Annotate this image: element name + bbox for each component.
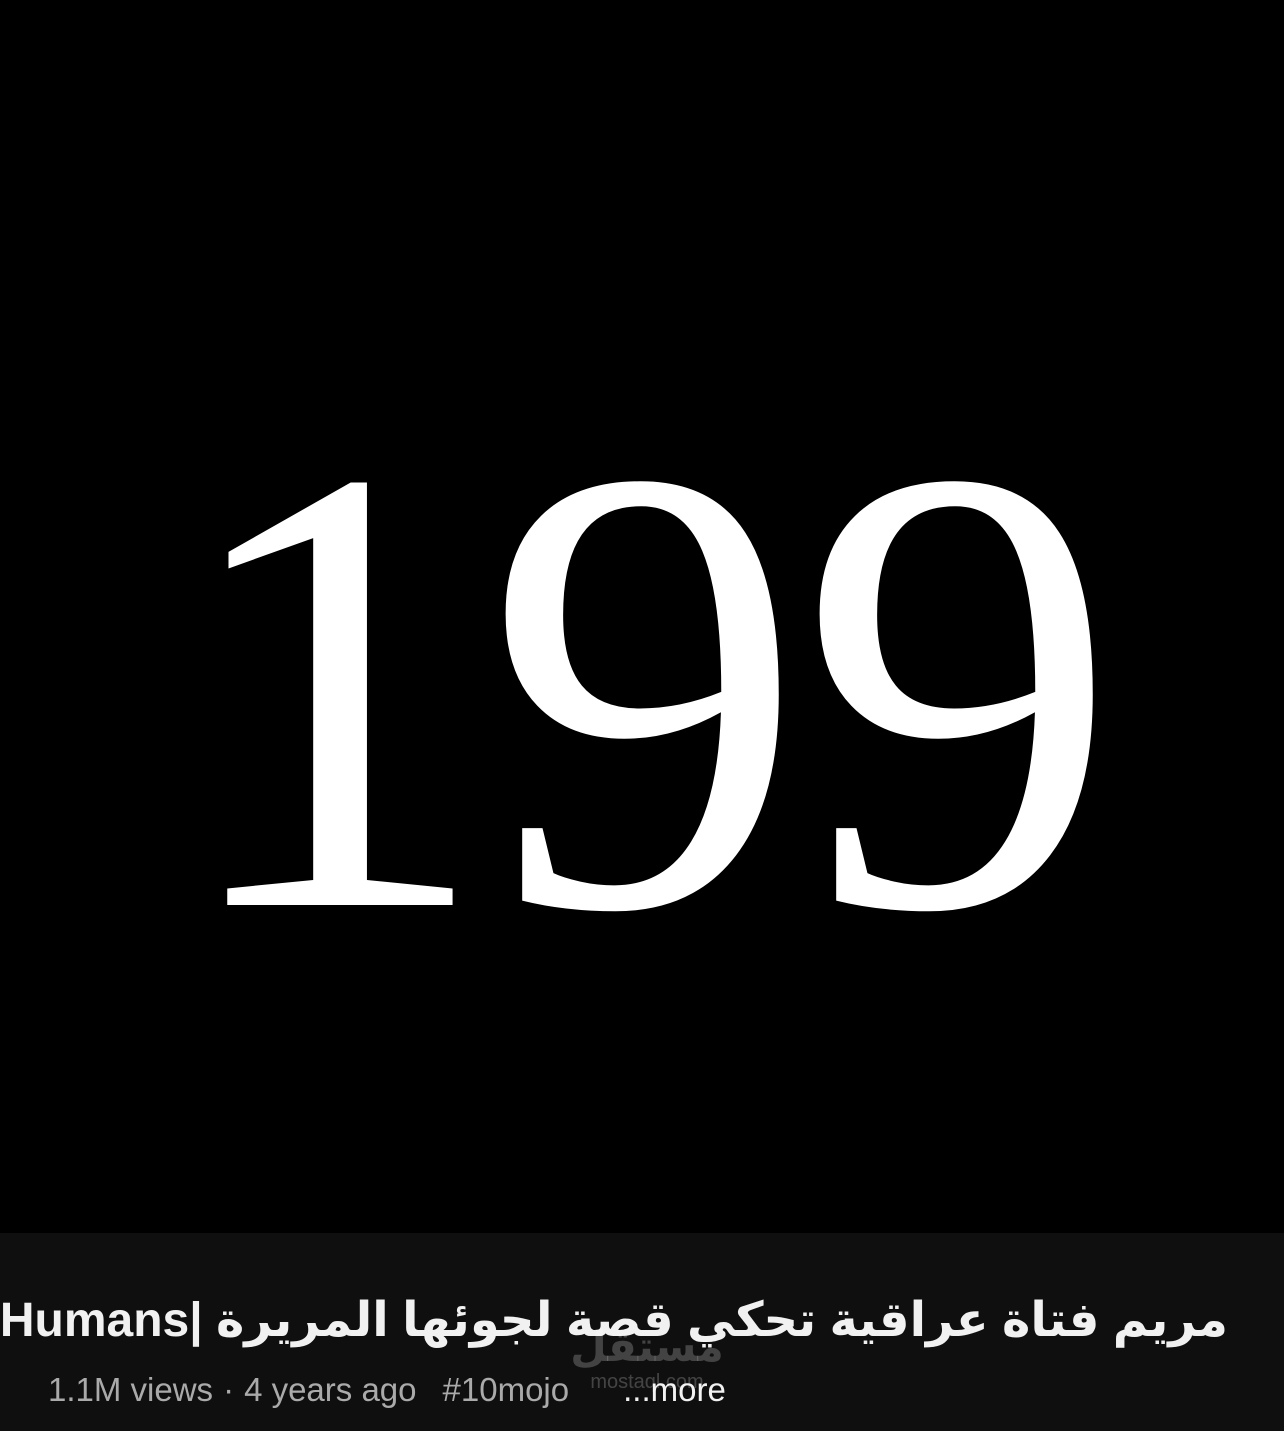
hashtag-link[interactable]: #10mojo [443,1368,570,1412]
upload-age: 4 years ago [244,1371,417,1408]
video-info-panel[interactable]: مريم فتاة عراقية تحكي قصة لجوئها المريرة… [0,1233,1284,1431]
video-frame-number: 199 [171,336,1119,1044]
video-player[interactable]: 199 [0,0,1284,1233]
video-title[interactable]: مريم فتاة عراقية تحكي قصة لجوئها المريرة… [0,1293,1228,1349]
view-count: 1.1M views [48,1371,214,1408]
more-button[interactable]: ...more [623,1368,726,1412]
video-metadata[interactable]: 1.1M views · 4 years ago #10mojo ...more [48,1368,726,1412]
video-watch-page: 199 مريم فتاة عراقية تحكي قصة لجوئها الم… [0,0,1284,1431]
meta-separator: · [223,1371,235,1408]
